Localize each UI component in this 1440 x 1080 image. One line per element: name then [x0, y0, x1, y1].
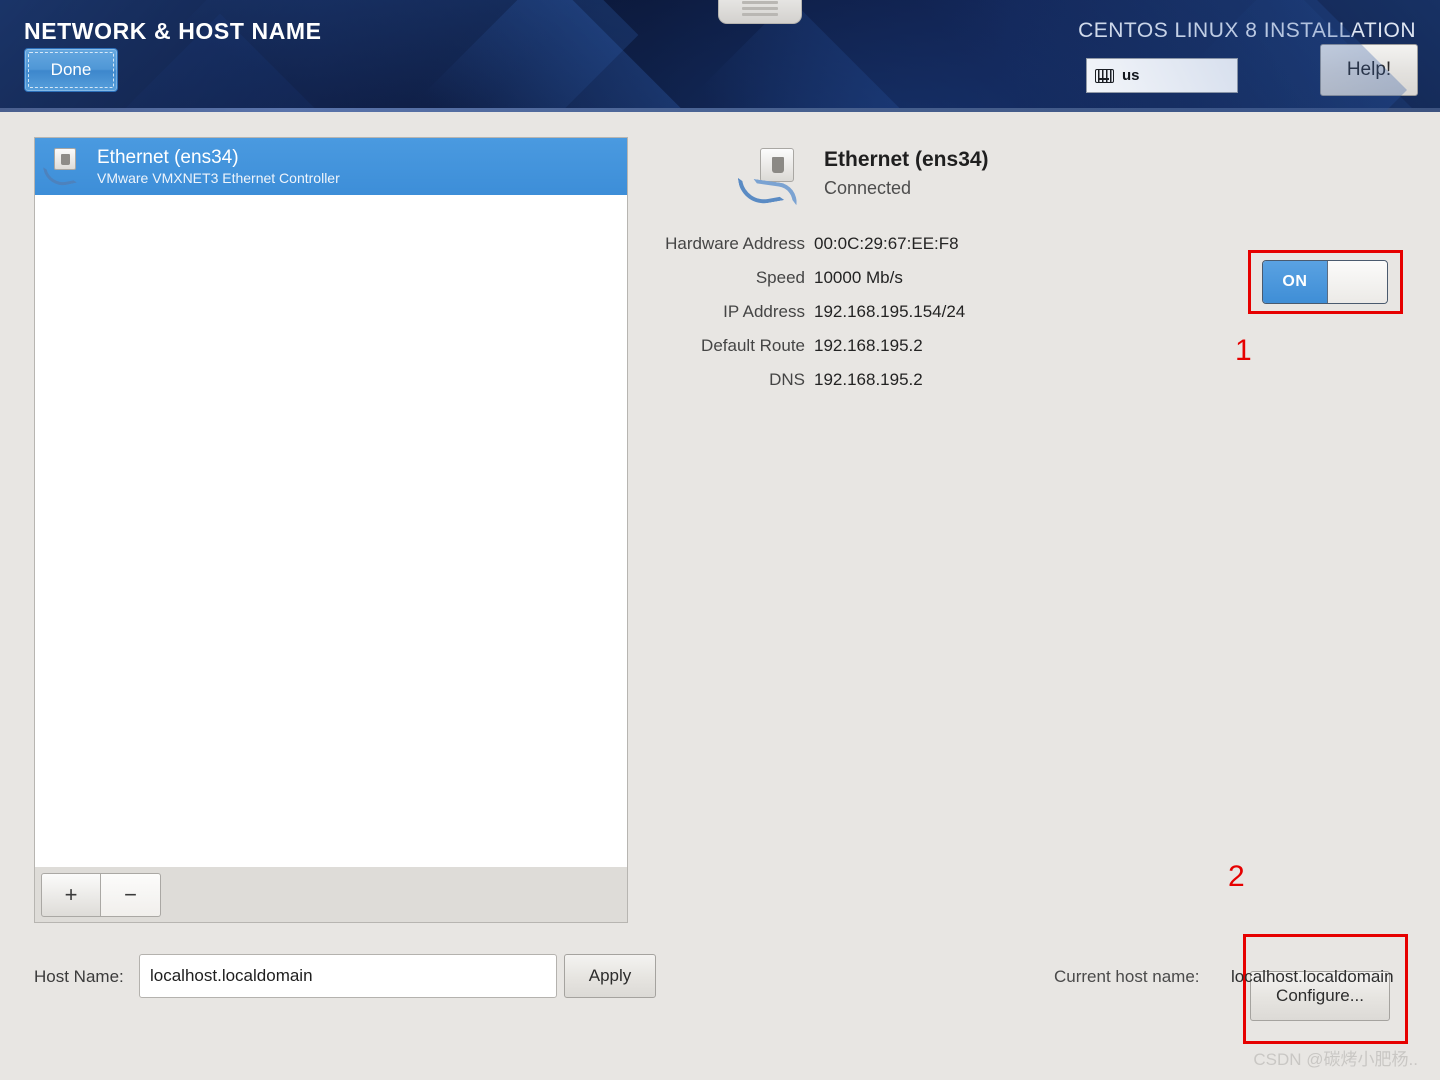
- network-on-off-toggle[interactable]: ON: [1262, 260, 1388, 304]
- device-detail-header: Ethernet (ens34) Connected: [737, 148, 989, 208]
- remove-device-button[interactable]: −: [101, 873, 161, 917]
- apply-button[interactable]: Apply: [564, 954, 656, 998]
- device-list-toolbar: + −: [34, 867, 628, 923]
- toggle-state-label: ON: [1263, 261, 1327, 303]
- main-content: Ethernet (ens34) VMware VMXNET3 Ethernet…: [0, 112, 1440, 1080]
- list-item-name: Ethernet (ens34): [97, 147, 239, 168]
- network-device-list[interactable]: Ethernet (ens34) VMware VMXNET3 Ethernet…: [34, 137, 628, 881]
- ethernet-cable-shape: [43, 160, 77, 189]
- list-item-description: VMware VMXNET3 Ethernet Controller: [97, 170, 340, 186]
- field-label-default-route: Default Route: [701, 336, 805, 355]
- device-detail-fields: Hardware Address 00:0C:29:67:EE:F8 Speed…: [600, 234, 1020, 390]
- field-value-dns: 192.168.195.2: [814, 370, 923, 389]
- header-facet-decoration: [382, 0, 708, 112]
- help-button[interactable]: Help!: [1320, 44, 1418, 96]
- field-label-speed: Speed: [755, 268, 805, 287]
- page-title: NETWORK & HOST NAME: [24, 18, 322, 44]
- keyboard-layout-label: us: [1122, 67, 1140, 84]
- device-connection-status: Connected: [824, 178, 912, 198]
- device-detail-text: Ethernet (ens34) Connected: [824, 148, 989, 199]
- grip-line: [742, 7, 778, 10]
- toggle-knob[interactable]: [1327, 261, 1387, 303]
- field-label-dns: DNS: [769, 370, 805, 389]
- grip-line: [742, 13, 778, 16]
- host-name-input[interactable]: [139, 954, 557, 998]
- annotation-number-2: 2: [1228, 860, 1245, 893]
- watermark: CSDN @碳烤小肥杨..: [1253, 1050, 1418, 1069]
- host-name-label: Host Name:: [34, 967, 124, 986]
- field-value-ip-address: 192.168.195.154/24: [814, 302, 966, 321]
- field-value-speed: 10000 Mb/s: [814, 268, 903, 287]
- keyboard-icon: [1095, 68, 1114, 83]
- installation-title: CENTOS LINUX 8 INSTALLATION: [1078, 19, 1416, 42]
- window-grip-icon[interactable]: [718, 0, 802, 24]
- installer-header: NETWORK & HOST NAME Done CENTOS LINUX 8 …: [0, 0, 1440, 112]
- field-label-ip-address: IP Address: [723, 302, 805, 321]
- current-host-name-value: localhost.localdomain: [1231, 967, 1394, 986]
- field-value-hardware-address: 00:0C:29:67:EE:F8: [814, 234, 959, 253]
- keyboard-layout-indicator[interactable]: us: [1086, 58, 1238, 93]
- current-host-name-label: Current host name:: [1054, 967, 1200, 986]
- field-label-hardware-address: Hardware Address: [665, 234, 805, 253]
- grip-line: [742, 1, 778, 4]
- done-button[interactable]: Done: [24, 48, 118, 92]
- list-item[interactable]: Ethernet (ens34) VMware VMXNET3 Ethernet…: [35, 138, 627, 195]
- ethernet-icon: [737, 148, 810, 208]
- field-value-default-route: 192.168.195.2: [814, 336, 923, 355]
- list-item-text: Ethernet (ens34) VMware VMXNET3 Ethernet…: [97, 147, 340, 186]
- device-detail-title: Ethernet (ens34): [824, 148, 989, 171]
- add-device-button[interactable]: +: [41, 873, 101, 917]
- add-remove-group: + −: [41, 873, 161, 917]
- annotation-number-1: 1: [1235, 334, 1252, 367]
- ethernet-icon: [43, 146, 87, 189]
